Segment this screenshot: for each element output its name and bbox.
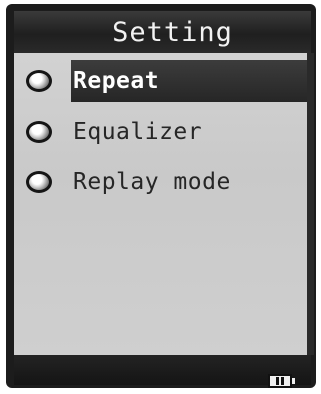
menu-list: Repeat Equalizer Replay mode — [14, 53, 314, 355]
battery-icon — [268, 374, 292, 388]
radio-bullet-icon — [26, 171, 52, 193]
selection-highlight: Repeat — [71, 60, 307, 102]
menu-item-replay-mode[interactable]: Replay mode — [14, 158, 307, 206]
menu-item-repeat[interactable]: Repeat — [14, 57, 307, 105]
menu-item-label: Equalizer — [73, 119, 203, 145]
radio-bullet-icon — [26, 121, 52, 143]
status-bar — [14, 355, 311, 385]
menu-item-label: Repeat — [73, 68, 160, 94]
battery-tip — [292, 378, 295, 384]
scrollbar[interactable] — [307, 53, 314, 355]
page-title: Setting — [112, 16, 233, 48]
title-bar: Setting — [14, 11, 311, 53]
device-screen: Setting Repeat Equalizer Replay mode — [0, 0, 321, 394]
menu-item-label: Replay mode — [73, 169, 231, 195]
radio-bullet-icon — [26, 70, 52, 92]
menu-item-equalizer[interactable]: Equalizer — [14, 108, 307, 156]
